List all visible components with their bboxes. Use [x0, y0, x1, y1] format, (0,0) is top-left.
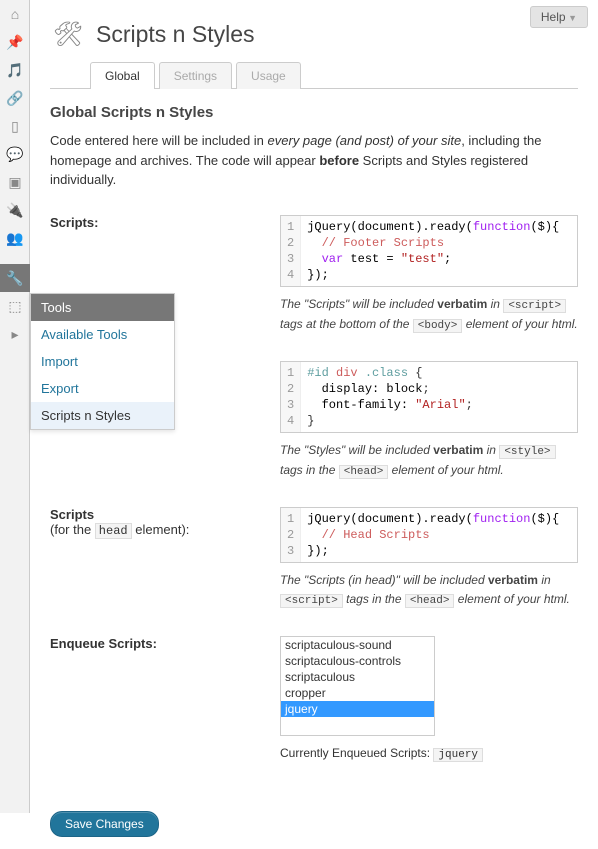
head-scripts-label: Scripts (for the head element): — [50, 507, 280, 611]
tools-icon[interactable]: 🔧 — [0, 264, 30, 292]
enqueue-option-scriptaculous-sound[interactable]: scriptaculous-sound — [281, 637, 434, 653]
scripts-editor[interactable]: 1234 jQuery(document).ready(function($){… — [280, 215, 578, 287]
styles-description: The "Styles" will be included verbatim i… — [280, 441, 578, 482]
enqueue-option-scriptaculous[interactable]: scriptaculous — [281, 669, 434, 685]
page-icon[interactable]: ▯ — [0, 112, 30, 140]
enqueue-scripts-select[interactable]: scriptaculous-soundscriptaculous-control… — [280, 636, 435, 736]
flyout-item-available-tools[interactable]: Available Tools — [31, 321, 174, 348]
help-button[interactable]: Help — [530, 6, 588, 28]
intro-text: Code entered here will be included in ev… — [50, 131, 578, 190]
enqueue-option-scriptaculous-controls[interactable]: scriptaculous-controls — [281, 653, 434, 669]
flyout-item-export[interactable]: Export — [31, 375, 174, 402]
flyout-header: Tools — [31, 294, 174, 321]
appearance-icon[interactable]: ▣ — [0, 168, 30, 196]
collapse-icon[interactable]: ▸ — [0, 320, 30, 348]
flyout-item-import[interactable]: Import — [31, 348, 174, 375]
comment-icon[interactable]: 💬 — [0, 140, 30, 168]
currently-enqueued-text: Currently Enqueued Scripts: jquery — [280, 746, 578, 761]
users-icon[interactable]: 👥 — [0, 224, 30, 252]
flyout-item-scripts-n-styles[interactable]: Scripts n Styles — [31, 402, 174, 429]
scripts-description: The "Scripts" will be included verbatim … — [280, 295, 578, 336]
home-icon[interactable]: ⌂ — [0, 0, 30, 28]
enqueue-option-cropper[interactable]: cropper — [281, 685, 434, 701]
tab-bar: GlobalSettingsUsage — [50, 62, 578, 89]
page-title: Scripts n Styles — [96, 21, 255, 48]
admin-icon-sidebar: ⌂ 📌 🎵 🔗 ▯ 💬 ▣ 🔌 👥 🔧 ⬚ ▸ — [0, 0, 30, 813]
hammer-screwdriver-icon: 🛠 — [50, 16, 86, 52]
head-scripts-description: The "Scripts (in head)" will be included… — [280, 571, 578, 611]
styles-editor[interactable]: 1234 #id div .class { display: block; fo… — [280, 361, 578, 433]
head-scripts-editor[interactable]: 123 jQuery(document).ready(function($){ … — [280, 507, 578, 563]
settings-icon[interactable]: ⬚ — [0, 292, 30, 320]
enqueue-label: Enqueue Scripts: — [50, 636, 280, 761]
tab-usage[interactable]: Usage — [236, 62, 301, 89]
save-changes-button[interactable]: Save Changes — [50, 811, 159, 837]
tools-flyout-menu: Tools Available ToolsImportExportScripts… — [30, 293, 175, 430]
section-title: Global Scripts n Styles — [50, 104, 578, 121]
enqueue-option-jquery[interactable]: jquery — [281, 701, 434, 717]
link-icon[interactable]: 🔗 — [0, 84, 30, 112]
tab-global[interactable]: Global — [90, 62, 155, 89]
plugin-icon[interactable]: 🔌 — [0, 196, 30, 224]
pin-icon[interactable]: 📌 — [0, 28, 30, 56]
tab-settings[interactable]: Settings — [159, 62, 232, 89]
media-icon[interactable]: 🎵 — [0, 56, 30, 84]
